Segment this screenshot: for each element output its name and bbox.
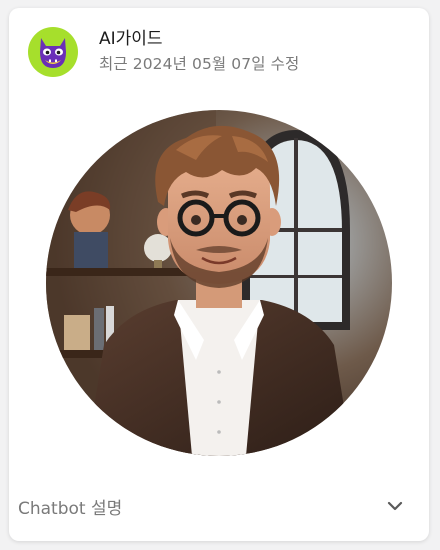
bot-meta: AI가이드 최근 2024년 05월 07일 수정	[99, 29, 299, 75]
bot-name: AI가이드	[99, 29, 163, 49]
bot-avatar	[28, 27, 78, 77]
last-updated: 최근 2024년 05월 07일 수정	[99, 55, 300, 73]
chatbot-card: AI가이드 최근 2024년 05월 07일 수정 Chatbot 설명	[9, 8, 429, 541]
purple-monster-icon	[40, 38, 66, 68]
chatbot-description-label: Chatbot 설명	[18, 499, 123, 519]
chatbot-description-toggle[interactable]: Chatbot 설명	[9, 481, 429, 531]
chevron-down-icon[interactable]	[386, 497, 404, 515]
bot-profile-image	[46, 110, 392, 456]
card-header: AI가이드 최근 2024년 05월 07일 수정	[28, 27, 299, 77]
